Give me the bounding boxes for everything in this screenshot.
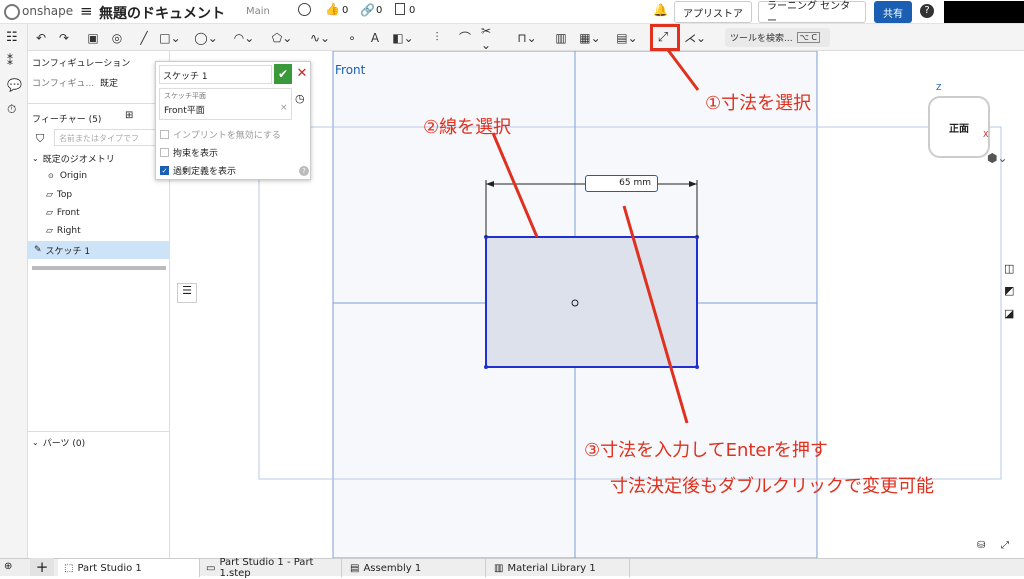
part-studio-icon: ⬚ bbox=[64, 562, 74, 574]
sketch-name-input[interactable]: スケッチ 1 bbox=[159, 65, 272, 84]
sketch-plane-label: スケッチ平面 bbox=[164, 92, 206, 100]
clear-plane-icon[interactable]: × bbox=[280, 103, 288, 113]
add-tab-button[interactable]: + bbox=[30, 558, 54, 576]
checkbox[interactable] bbox=[160, 130, 169, 139]
tab-manager-icon[interactable]: ⊕ bbox=[4, 561, 12, 572]
checkbox[interactable] bbox=[160, 148, 169, 157]
annotation-arrow-dimension-tool bbox=[666, 49, 700, 91]
option-label: 拘束を表示 bbox=[173, 149, 219, 159]
tab-imported-step[interactable]: ▭ Part Studio 1 - Part 1.step bbox=[200, 557, 342, 579]
bottom-tab-bar: ⊕ + ⬚ Part Studio 1 ▭ Part Studio 1 - Part… bbox=[0, 557, 1024, 579]
option-label: 過剰定義を表示 bbox=[173, 167, 237, 177]
sketch-dialog: スケッチ 1 ✔ ✕ スケッチ平面 Front平面 × ◷ インプリントを無効に… bbox=[155, 61, 311, 180]
assembly-icon: ▤ bbox=[350, 562, 360, 574]
tab-label: Assembly 1 bbox=[363, 562, 422, 574]
cancel-button[interactable]: ✕ bbox=[294, 64, 310, 84]
option-show-overdefined[interactable]: ✓ 過剰定義を表示 bbox=[160, 164, 236, 177]
material-library-icon: ▥ bbox=[494, 562, 504, 574]
confirm-button[interactable]: ✔ bbox=[274, 64, 292, 84]
help-icon[interactable]: ? bbox=[299, 166, 309, 176]
option-show-constraints[interactable]: 拘束を表示 bbox=[160, 146, 218, 159]
tab-label: Part Studio 1 bbox=[77, 562, 142, 574]
tab-part-studio[interactable]: ⬚ Part Studio 1 bbox=[58, 559, 200, 577]
tab-material-library[interactable]: ▥ Material Library 1 bbox=[488, 559, 630, 577]
sketch-plane-value: Front平面 bbox=[164, 106, 205, 116]
option-disable-imprint[interactable]: インプリントを無効にする bbox=[160, 128, 281, 141]
step-file-icon: ▭ bbox=[206, 562, 216, 574]
option-label: インプリントを無効にする bbox=[173, 131, 281, 141]
checkbox-checked[interactable]: ✓ bbox=[160, 166, 169, 175]
sketch-plane-field[interactable]: スケッチ平面 Front平面 × bbox=[159, 88, 292, 120]
sketch-history-icon[interactable]: ◷ bbox=[295, 92, 305, 105]
annotation-overlay bbox=[666, 49, 700, 91]
tab-label: Material Library 1 bbox=[507, 562, 596, 574]
tab-assembly[interactable]: ▤ Assembly 1 bbox=[344, 559, 486, 577]
